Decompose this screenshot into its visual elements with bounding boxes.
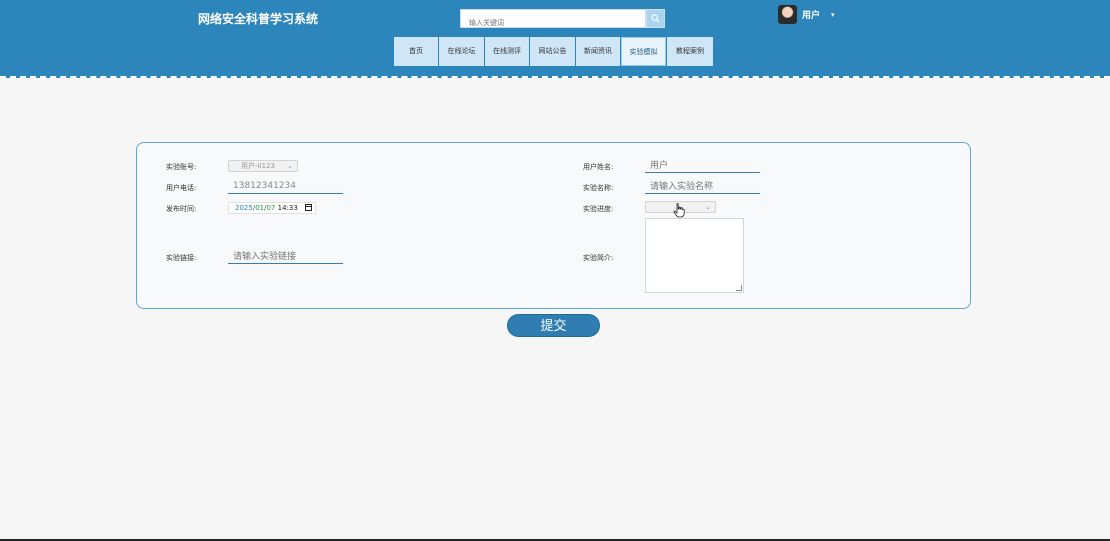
link-input[interactable] [228, 250, 343, 264]
date-year: 2025 [235, 204, 253, 212]
chevron-down-icon: ⌄ [287, 162, 293, 170]
search-box [460, 9, 647, 32]
calendar-icon[interactable] [305, 204, 312, 211]
nav-item-assessment[interactable]: 在线测评 [485, 37, 529, 66]
hand-cursor-icon [673, 203, 685, 218]
search-icon [651, 14, 660, 23]
nav-item-home[interactable]: 首页 [394, 37, 438, 66]
search-input[interactable] [467, 14, 647, 32]
nav-item-experiment-sim[interactable]: 实验模拟 [621, 37, 666, 66]
progress-label: 实验进度: [583, 205, 614, 213]
intro-textarea[interactable] [645, 218, 744, 293]
exp-name-input[interactable] [645, 180, 760, 194]
username-input[interactable] [645, 159, 760, 173]
link-label: 实验链接: [166, 254, 197, 262]
main-nav: 首页 在线论坛 在线测评 网站公告 新闻资讯 实验模拟 教程案例 [394, 37, 713, 66]
resize-handle-icon[interactable] [736, 285, 742, 291]
username-label: 用户姓名: [583, 163, 614, 171]
date-month: 01 [255, 204, 265, 212]
date-time: 14:33 [277, 204, 298, 212]
exp-name-label: 实验名称: [583, 184, 614, 192]
nav-item-announcements[interactable]: 网站公告 [530, 37, 575, 66]
nav-item-forum[interactable]: 在线论坛 [439, 37, 484, 66]
user-name: 用户 [802, 11, 821, 21]
account-select[interactable]: 用户-II123 ⌄ [228, 160, 298, 172]
publish-time-label: 发布时间: [166, 205, 197, 213]
submit-button[interactable]: 提交 [507, 314, 600, 337]
search-button[interactable] [646, 9, 665, 28]
user-menu[interactable]: 用户 ▾ [778, 5, 835, 24]
intro-label: 实验简介: [583, 254, 614, 262]
chevron-down-icon: ▾ [831, 10, 835, 19]
site-title: 网络安全科普学习系统 [198, 12, 319, 26]
nav-item-tutorials[interactable]: 教程案例 [667, 37, 713, 66]
avatar [778, 5, 797, 24]
account-value: 用户-II123 [241, 162, 276, 170]
date-day: 07 [266, 204, 276, 212]
publish-time-input[interactable]: 2025/01/07 14:33 [228, 202, 316, 214]
account-label: 实验账号: [166, 163, 197, 171]
phone-field[interactable]: 13812341234 [228, 180, 343, 194]
nav-item-news[interactable]: 新闻资讯 [576, 37, 620, 66]
phone-label: 用户电话: [166, 184, 197, 192]
top-header: 网络安全科普学习系统 用户 ▾ 首页 在线论坛 在线测评 网站公告 新闻资讯 实… [0, 0, 1110, 78]
chevron-down-icon: ⌄ [705, 203, 711, 211]
